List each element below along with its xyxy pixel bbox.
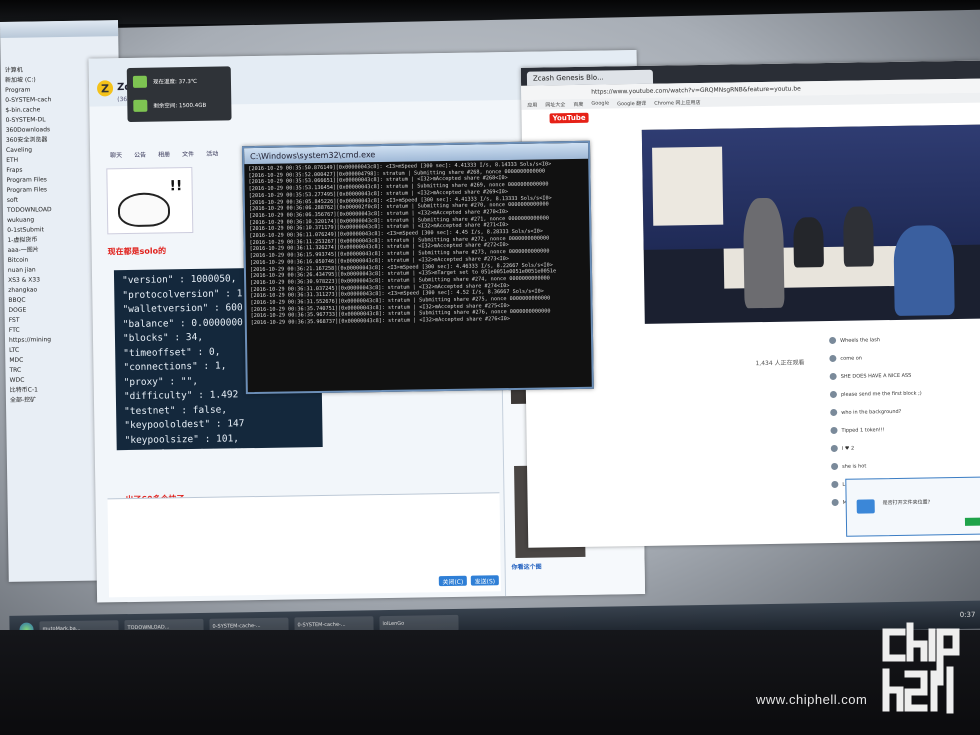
monitor-bezel xyxy=(0,630,980,735)
folder-icon xyxy=(856,499,875,514)
sticker-image: !! xyxy=(106,166,194,235)
avatar-icon xyxy=(829,336,837,345)
cmd-miner-window: C:\Windows\system32\cmd.exe [2016-10-29 … xyxy=(241,140,594,395)
live-chat-message: come on xyxy=(829,354,863,363)
qq-tool-files[interactable]: 文件 xyxy=(182,149,194,158)
avatar-icon xyxy=(829,372,837,381)
explorer-titlebar[interactable] xyxy=(0,20,119,38)
live-chat-text: Tipped 1 token!!! xyxy=(841,427,885,434)
qq-tool-events[interactable]: 活动 xyxy=(206,149,218,158)
bookmark-item[interactable]: 应用 xyxy=(527,101,537,108)
qq-tool-chat[interactable]: 聊天 xyxy=(110,150,122,159)
video-person xyxy=(893,225,955,316)
taskbar-clock: 0:37 xyxy=(959,610,976,619)
monitor-screen: 计算机 新加坡 (C:) Program 0-SYSTEM-cach $-bin.cac… xyxy=(0,7,980,644)
live-chat-message: Wheels the lash xyxy=(829,336,881,345)
chat-message-look: 你看这个图 xyxy=(511,563,542,572)
live-chat-message: who in the background? xyxy=(830,408,902,417)
qq-tool-notice[interactable]: 公告 xyxy=(134,150,146,159)
live-chat-message: SHE DOES HAVE A NICE ASS xyxy=(829,372,912,381)
bookmark-item[interactable]: 网址大全 xyxy=(545,101,565,108)
viewer-count: 1,434 人正在观看 xyxy=(755,359,805,368)
avatar-icon xyxy=(830,444,838,453)
live-chat-message: she is hot xyxy=(831,462,867,471)
youtube-logo[interactable]: YouTube xyxy=(549,112,589,124)
video-person xyxy=(742,197,785,309)
cmd-title: C:\Windows\system32\cmd.exe xyxy=(250,149,376,161)
avatar-icon xyxy=(831,480,839,488)
chat-message-solo: 现在都是solo的 xyxy=(107,246,167,257)
avatar-icon xyxy=(831,462,839,471)
livestream-video[interactable] xyxy=(641,124,980,324)
send-button[interactable]: 发送(S) xyxy=(470,575,499,586)
hardware-icon xyxy=(132,75,148,88)
live-chat-message: Tipped 1 token!!! xyxy=(830,426,885,435)
blob-face-icon xyxy=(117,192,171,228)
exclamation-icon: !! xyxy=(169,178,183,195)
bookmark-item[interactable]: Chrome 网上应用店 xyxy=(654,99,700,107)
chiphell-logo xyxy=(882,622,960,714)
close-button[interactable]: 关闭(C) xyxy=(438,575,467,587)
avatar-icon xyxy=(831,498,839,506)
avatar-icon xyxy=(830,426,838,435)
watermark-site: www.chiphell.com xyxy=(756,692,868,707)
live-chat-text: she is hot xyxy=(842,463,867,470)
video-person xyxy=(843,206,874,267)
notification-line: 剩余空间: 1500.4GB xyxy=(153,102,207,110)
video-shelf xyxy=(652,146,724,226)
live-chat-text: SHE DOES HAVE A NICE ASS xyxy=(840,372,912,380)
download-popup: 是否打开文件夹位置? xyxy=(845,476,980,537)
live-chat-text: who in the background? xyxy=(841,408,902,416)
popup-text: 是否打开文件夹位置? xyxy=(882,499,931,507)
live-chat-message: please send me the first block ;) xyxy=(829,390,922,399)
bookmark-item[interactable]: 百度 xyxy=(573,100,583,107)
live-chat-text: I ♥ 2 xyxy=(841,445,855,452)
browser-tab[interactable]: Zcash Genesis Blo... xyxy=(526,69,654,86)
notification-line: 现在温度: 37.3℃ xyxy=(152,78,198,86)
avatar-icon xyxy=(829,390,838,399)
live-chat-message: I ♥ 2 xyxy=(830,444,855,453)
live-chat-text: come on xyxy=(840,355,863,362)
bookmark-item[interactable]: Google 翻译 xyxy=(617,99,646,106)
avatar-icon xyxy=(829,354,837,363)
photo-of-monitor: 计算机 新加坡 (C:) Program 0-SYSTEM-cach $-bin.cac… xyxy=(0,0,980,735)
qq-tool-album[interactable]: 相册 xyxy=(158,149,170,158)
cmd-output: [2016-10-29 00:35:50.876149][0x00000043c… xyxy=(244,159,592,394)
live-chat-text: please send me the first block ;) xyxy=(840,390,922,398)
popup-ok-button[interactable] xyxy=(964,517,980,526)
live-chat-text: Wheels the lash xyxy=(840,337,881,344)
disk-icon xyxy=(133,99,148,112)
temperature-notification: 现在温度: 37.3℃ 剩余空间: 1500.4GB xyxy=(126,66,232,123)
qq-toolbar: 聊天 公告 相册 文件 活动 xyxy=(110,149,218,160)
avatar-icon xyxy=(830,408,838,417)
video-person xyxy=(793,217,824,268)
bookmark-item[interactable]: Google xyxy=(591,100,609,106)
chat-input-area[interactable]: 关闭(C) 发送(S) xyxy=(107,492,502,598)
zcash-logo-icon: Z xyxy=(96,80,114,97)
